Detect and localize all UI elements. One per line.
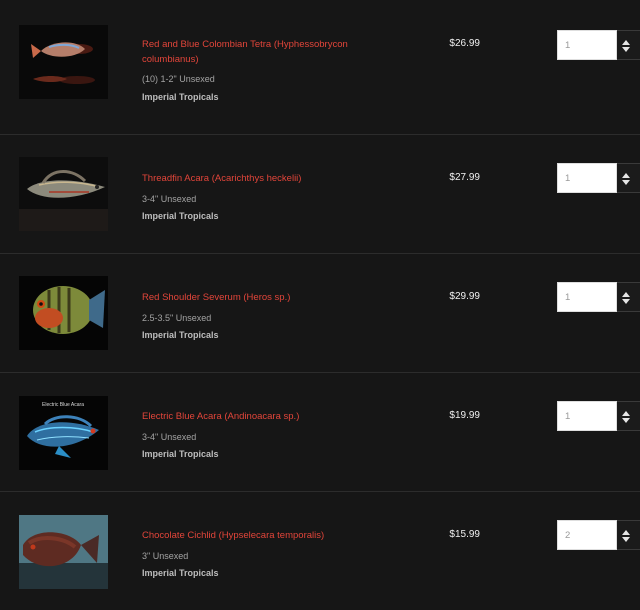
product-variant: 2.5-3.5" Unsexed xyxy=(142,313,212,323)
fish-photo-icon: Electric Blue Acara xyxy=(19,396,108,470)
product-variant: (10) 1-2" Unsexed xyxy=(142,74,215,84)
quantity-stepper[interactable] xyxy=(617,30,640,60)
product-price: $27.99 xyxy=(449,172,480,183)
product-price: $19.99 xyxy=(449,410,480,421)
product-vendor: Imperial Tropicals xyxy=(142,449,219,459)
product-vendor: Imperial Tropicals xyxy=(142,211,219,221)
product-image[interactable] xyxy=(19,515,108,589)
product-price: $29.99 xyxy=(449,291,480,302)
fish-photo-icon xyxy=(19,515,108,589)
quantity-stepper[interactable] xyxy=(617,163,640,193)
increment-arrow-icon[interactable] xyxy=(622,40,630,45)
decrement-arrow-icon[interactable] xyxy=(622,299,630,304)
product-name-link[interactable]: Chocolate Cichlid (Hypselecara temporali… xyxy=(142,528,382,543)
product-image[interactable]: Electric Blue Acara xyxy=(19,396,108,470)
product-name-link[interactable]: Electric Blue Acara (Andinoacara sp.) xyxy=(142,409,382,424)
product-name-link[interactable]: Red and Blue Colombian Tetra (Hyphessobr… xyxy=(142,37,382,67)
fish-photo-icon xyxy=(19,157,108,231)
fish-photo-icon xyxy=(19,276,108,350)
quantity-stepper[interactable] xyxy=(617,401,640,431)
product-vendor: Imperial Tropicals xyxy=(142,92,219,102)
fish-photo-icon xyxy=(19,25,108,99)
product-image[interactable] xyxy=(19,276,108,350)
decrement-arrow-icon[interactable] xyxy=(622,180,630,185)
product-image[interactable] xyxy=(19,25,108,99)
increment-arrow-icon[interactable] xyxy=(622,292,630,297)
product-price: $15.99 xyxy=(449,529,480,540)
increment-arrow-icon[interactable] xyxy=(622,530,630,535)
cart-item-row: Electric Blue Acara Electric Blue Acara … xyxy=(0,372,640,491)
product-variant: 3-4" Unsexed xyxy=(142,194,197,204)
product-name-link[interactable]: Threadfin Acara (Acarichthys heckelii) xyxy=(142,171,382,186)
decrement-arrow-icon[interactable] xyxy=(622,47,630,52)
cart-item-row: Threadfin Acara (Acarichthys heckelii) 3… xyxy=(0,134,640,253)
quantity-input[interactable] xyxy=(557,163,617,193)
cart-item-row: Red Shoulder Severum (Heros sp.) 2.5-3.5… xyxy=(0,253,640,372)
decrement-arrow-icon[interactable] xyxy=(622,418,630,423)
product-vendor: Imperial Tropicals xyxy=(142,568,219,578)
product-price: $26.99 xyxy=(449,38,480,49)
cart-items-list: Red and Blue Colombian Tetra (Hyphessobr… xyxy=(0,0,640,594)
increment-arrow-icon[interactable] xyxy=(622,411,630,416)
decrement-arrow-icon[interactable] xyxy=(622,537,630,542)
product-variant: 3" Unsexed xyxy=(142,551,189,561)
image-caption: Electric Blue Acara xyxy=(42,402,84,408)
quantity-stepper[interactable] xyxy=(617,282,640,312)
increment-arrow-icon[interactable] xyxy=(622,173,630,178)
product-variant: 3-4" Unsexed xyxy=(142,432,197,442)
product-vendor: Imperial Tropicals xyxy=(142,330,219,340)
quantity-stepper[interactable] xyxy=(617,520,640,550)
product-name-link[interactable]: Red Shoulder Severum (Heros sp.) xyxy=(142,290,382,305)
quantity-input[interactable] xyxy=(557,401,617,431)
quantity-input[interactable] xyxy=(557,30,617,60)
quantity-input[interactable] xyxy=(557,282,617,312)
product-image[interactable] xyxy=(19,157,108,231)
cart-item-row: Chocolate Cichlid (Hypselecara temporali… xyxy=(0,491,640,610)
cart-item-row: Red and Blue Colombian Tetra (Hyphessobr… xyxy=(0,0,640,118)
quantity-input[interactable] xyxy=(557,520,617,550)
